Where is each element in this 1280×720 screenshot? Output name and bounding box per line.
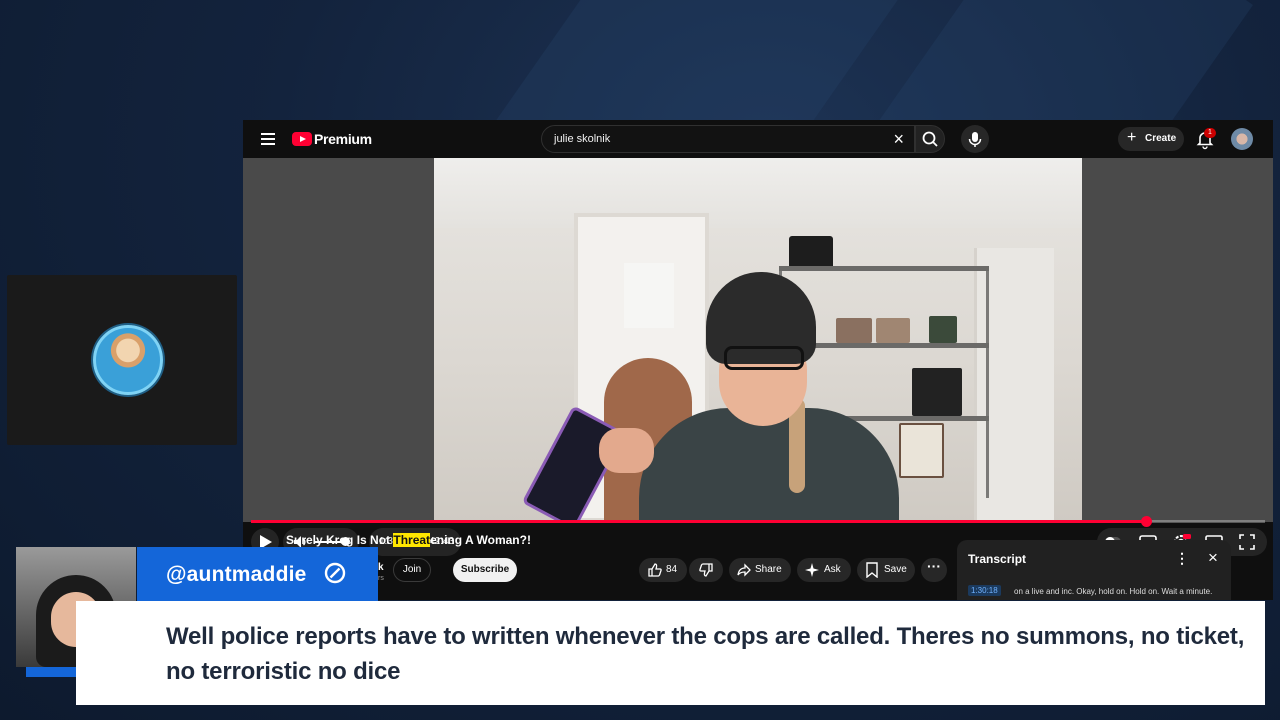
like-button[interactable]: 84 <box>639 558 687 582</box>
close-icon[interactable]: × <box>1208 548 1218 568</box>
transcript-timestamp[interactable]: 1:30:18 <box>968 585 1001 596</box>
title-part: ening A Woman?! <box>430 533 531 547</box>
bookmark-icon <box>866 562 878 578</box>
title-highlight: Threat <box>393 533 431 547</box>
menu-icon[interactable] <box>261 133 275 145</box>
commenter-username: @auntmaddie <box>166 563 307 586</box>
share-button[interactable]: Share <box>729 558 791 582</box>
more-actions-button[interactable]: ··· <box>921 558 947 582</box>
search-icon <box>922 131 938 147</box>
comment-content: Well police reports have to written when… <box>146 601 1265 705</box>
more-vertical-icon[interactable]: ⋮ <box>1175 550 1189 567</box>
transcript-panel: Transcript ⋮ × 1:30:18 on a live and inc… <box>957 540 1231 600</box>
create-button[interactable]: + Create <box>1118 127 1184 151</box>
thumbs-up-icon <box>648 563 662 577</box>
avatar[interactable] <box>1231 128 1253 150</box>
save-label: Save <box>884 564 907 575</box>
notification-badge: 1 <box>1204 128 1216 138</box>
transcript-line[interactable]: on a live and inc. Okay, hold on. Hold o… <box>1014 587 1212 596</box>
plus-icon: + <box>1127 129 1137 146</box>
ask-label: Ask <box>824 564 841 575</box>
progress-knob[interactable] <box>1141 516 1153 527</box>
transcript-title: Transcript <box>968 552 1027 566</box>
video-title: Surely Kreg Is Not Threatening A Woman?! <box>286 533 531 547</box>
no-sign-icon <box>324 562 346 584</box>
search-value: julie skolnik <box>554 133 611 145</box>
subscribe-button[interactable]: Subscribe <box>453 558 517 582</box>
browser-window: Premium julie skolnik × + Create 1 1:42:… <box>243 120 1273 600</box>
youtube-logo[interactable] <box>292 132 312 146</box>
youtube-topbar: Premium julie skolnik × + Create 1 <box>243 120 1273 158</box>
share-label: Share <box>755 564 782 575</box>
like-count: 84 <box>666 564 678 575</box>
close-icon[interactable]: × <box>893 129 904 149</box>
comment-text: Well police reports have to written when… <box>166 623 1245 685</box>
commenter-name-bar: @auntmaddie <box>137 547 378 601</box>
channel-avatar <box>93 325 163 395</box>
subscriber-count: rs <box>378 575 384 582</box>
search-input[interactable]: julie skolnik × <box>541 125 915 153</box>
title-part: Surely Kreg Is Not <box>286 533 394 547</box>
fullscreen-icon[interactable] <box>1237 532 1257 552</box>
mic-icon <box>968 132 982 147</box>
mic-button[interactable] <box>961 125 989 153</box>
thumbs-down-icon <box>699 563 713 577</box>
ask-button[interactable]: Ask <box>797 558 851 582</box>
video-player[interactable]: 1:30:38 / 1:42:43 CC <box>243 158 1273 556</box>
progress-bar[interactable] <box>251 516 1265 527</box>
channel-name[interactable]: k <box>378 562 384 573</box>
brand-label[interactable]: Premium <box>314 131 372 147</box>
join-button[interactable]: Join <box>393 558 431 582</box>
search-button[interactable] <box>915 125 945 153</box>
progress-fill <box>251 520 1147 523</box>
camera-tile <box>7 275 237 445</box>
save-button[interactable]: Save <box>857 558 915 582</box>
more-horizontal-icon: ··· <box>927 558 941 574</box>
dislike-button[interactable] <box>689 558 723 582</box>
video-frame <box>434 158 1082 522</box>
share-icon <box>737 563 751 577</box>
create-label: Create <box>1145 133 1177 144</box>
sparkle-icon <box>805 563 819 577</box>
